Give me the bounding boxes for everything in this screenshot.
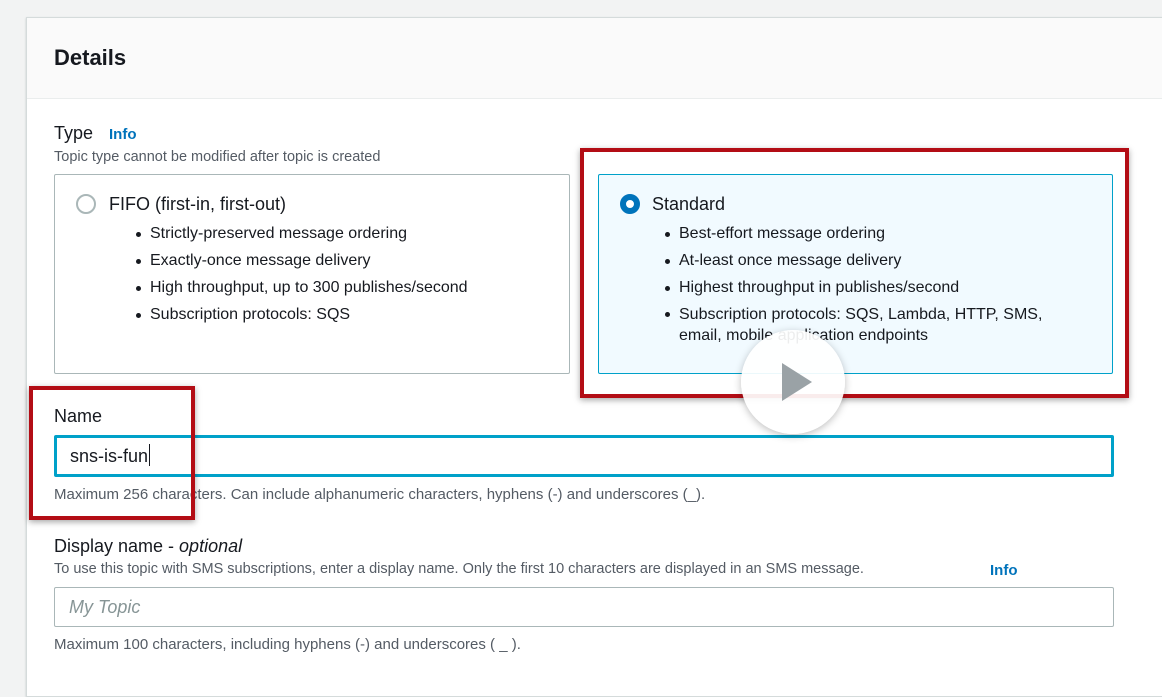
standard-title: Standard [652,194,726,214]
display-name-input[interactable] [54,587,1114,627]
display-name-label-text: Display name - [54,536,180,556]
list-item: Highest throughput in publishes/second [661,274,1071,301]
panel-title: Details [54,45,127,70]
list-item: Exactly-once message delivery [132,247,552,274]
list-item: Best-effort message ordering [661,220,1071,247]
name-hint: Maximum 256 characters. Can include alph… [54,486,706,503]
type-option-standard[interactable]: Standard Best-effort message ordering At… [598,174,1113,374]
list-item: Subscription protocols: SQS, Lambda, HTT… [661,301,1071,346]
standard-features: Best-effort message ordering At-least on… [661,220,1071,346]
name-label: Name [54,406,103,426]
text-caret [149,444,151,466]
type-info-link[interactable]: Info [109,126,137,143]
fifo-features: Strictly-preserved message ordering Exac… [132,220,552,328]
list-item: Subscription protocols: SQS [132,301,552,328]
standard-radio[interactable] [620,194,640,214]
fifo-title: FIFO (first-in, first-out) [109,194,286,214]
play-icon [782,363,812,401]
list-item: At-least once message delivery [661,247,1071,274]
optional-tag: optional [179,536,243,556]
type-description: Topic type cannot be modified after topi… [54,149,381,165]
list-item: Strictly-preserved message ordering [132,220,552,247]
name-input-value: sns-is-fun [70,446,149,466]
panel-header [27,18,1162,99]
type-label: Type [54,123,94,143]
list-item: High throughput, up to 300 publishes/sec… [132,274,552,301]
display-name-info-link[interactable]: Info [990,562,1018,579]
display-name-hint: Maximum 100 characters, including hyphen… [54,636,521,653]
play-button[interactable] [741,330,845,434]
type-option-fifo[interactable]: FIFO (first-in, first-out) Strictly-pres… [54,174,570,374]
name-input[interactable]: sns-is-fun [54,435,1114,477]
display-name-label: Display name - optional [54,536,242,557]
fifo-radio[interactable] [76,194,96,214]
display-name-description: To use this topic with SMS subscriptions… [54,561,864,577]
